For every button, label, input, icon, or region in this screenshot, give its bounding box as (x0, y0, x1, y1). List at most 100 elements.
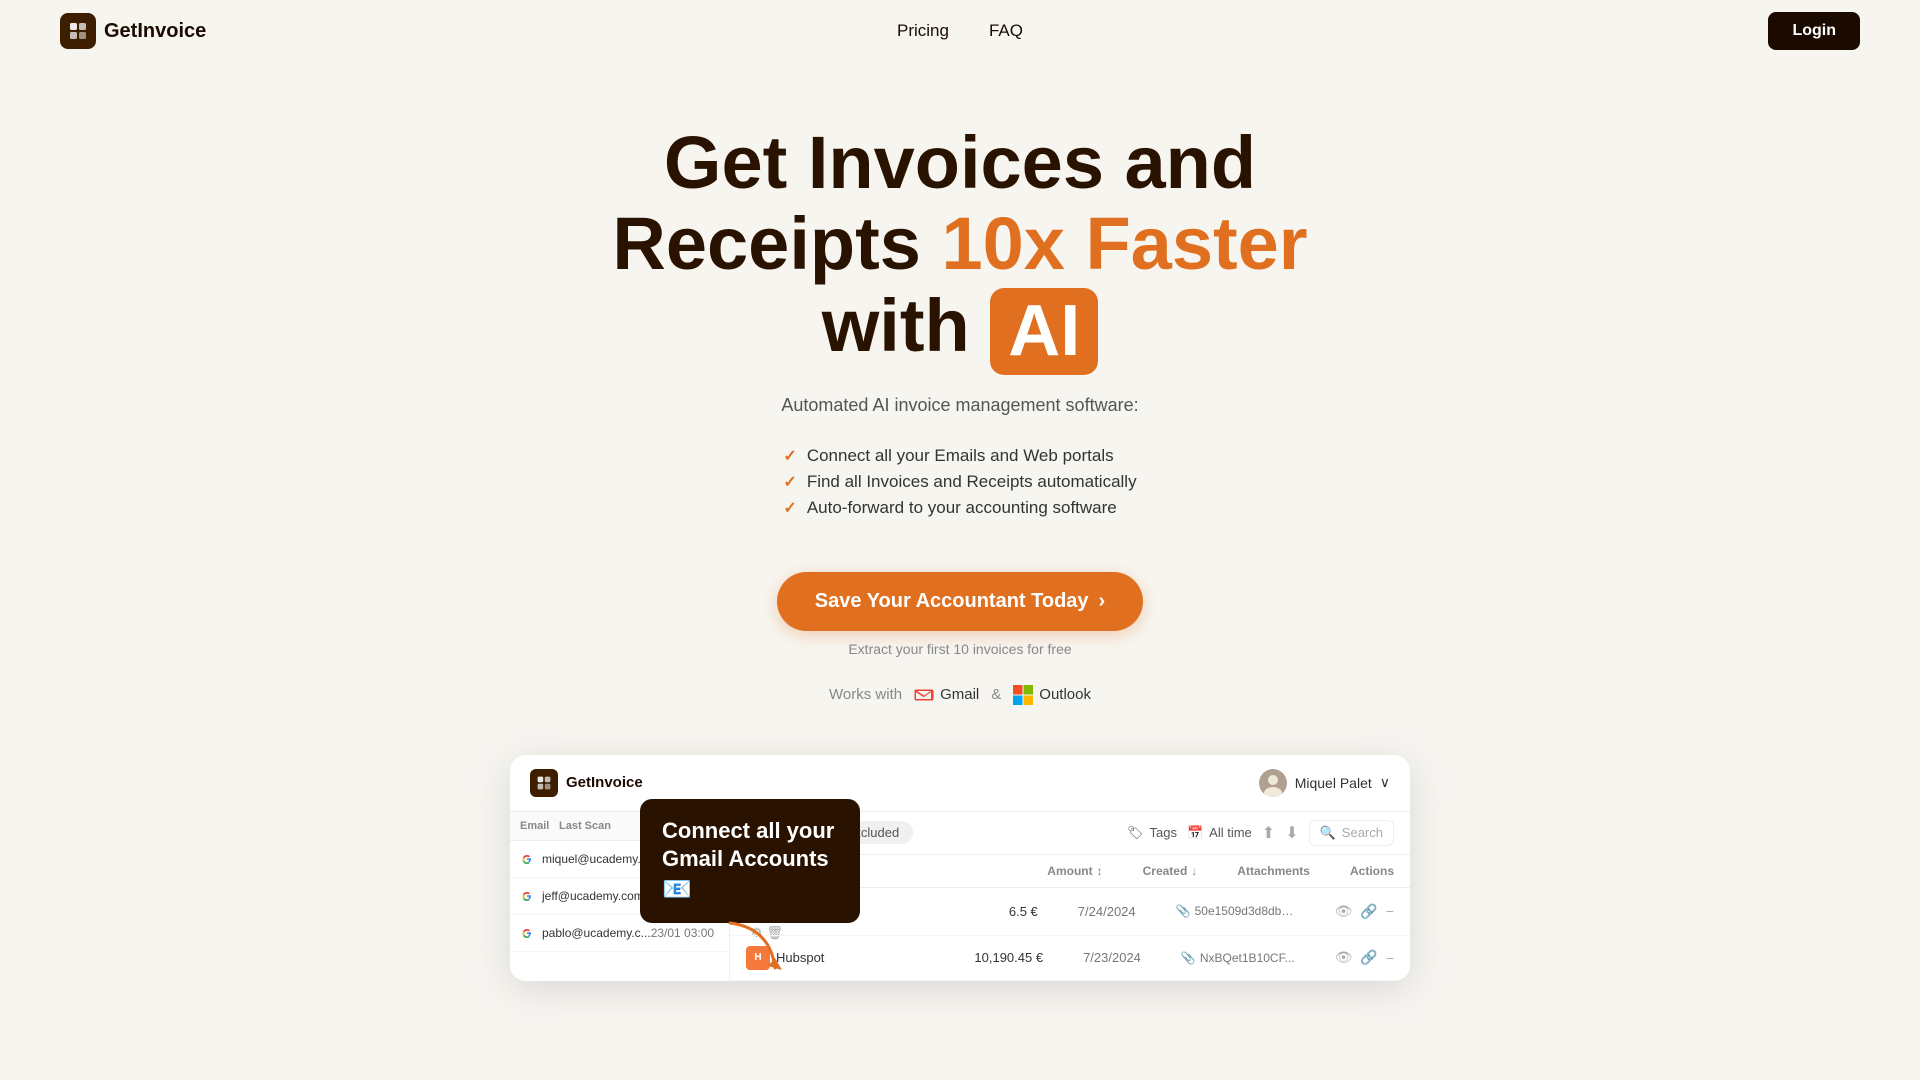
download-icon[interactable]: ⬇ (1285, 823, 1298, 843)
nav-links: Pricing FAQ (897, 21, 1023, 41)
created-header[interactable]: Created ↓ (1143, 864, 1198, 878)
gmail-badge: Gmail (914, 685, 979, 705)
hero-title: Get Invoices and Receipts 10x Faster wit… (530, 122, 1390, 375)
attachment-1: 📎 50e1509d3d8dbce... (1176, 904, 1295, 918)
feature-item-3: ✓ Auto-forward to your accounting softwa… (783, 498, 1136, 518)
tooltip-arrow-icon (710, 918, 790, 978)
dash-logo-icon (530, 769, 558, 797)
feature-text-2: Find all Invoices and Receipts automatic… (807, 472, 1137, 492)
link-icon-2[interactable]: 🔗 (1360, 949, 1377, 966)
remove-icon-2[interactable]: − (1386, 950, 1394, 966)
gmail-label: Gmail (940, 686, 979, 703)
cta-button[interactable]: Save Your Accountant Today › (777, 572, 1143, 631)
logo-text: GetInvoice (104, 20, 206, 43)
dashboard-preview-wrapper: Connect all your Gmail Accounts 📧 GetInv… (510, 755, 1410, 981)
search-icon: 🔍 (1320, 825, 1336, 841)
email-cell-2: jeff@ucademy.com (520, 889, 644, 903)
attachment-icon-1: 📎 (1176, 904, 1191, 918)
actions-header: Actions (1350, 864, 1394, 878)
user-avatar (1259, 769, 1287, 797)
outlook-badge: Outlook (1013, 685, 1091, 705)
attachment-icon-2: 📎 (1181, 951, 1196, 965)
gmail-icon (914, 685, 934, 705)
email-address-1: miquel@ucademy.... (542, 852, 651, 866)
cta-subtitle: Extract your first 10 invoices for free (530, 641, 1390, 657)
amount-2: 10,190.45 € (974, 950, 1043, 965)
calendar-icon: 📅 (1187, 825, 1203, 841)
invoice-data-2: 10,190.45 € 7/23/2024 📎 NxBQet1B10CF... … (974, 949, 1394, 966)
hero-section: Get Invoices and Receipts 10x Faster wit… (510, 62, 1410, 745)
tags-label: Tags (1150, 825, 1177, 840)
logo-icon (60, 13, 96, 49)
invoice-row-2: H Hubspot 10,190.45 € 7/23/2024 📎 NxBQet… (730, 936, 1410, 981)
created-1: 7/24/2024 (1078, 904, 1136, 919)
amount-header[interactable]: Amount ↕ (1047, 864, 1102, 878)
attachments-header: Attachments (1237, 864, 1310, 878)
cta-section: Save Your Accountant Today › Extract you… (530, 572, 1390, 657)
amount-1: 6.5 € (1009, 904, 1038, 919)
tag-icon: 🏷 (1127, 825, 1144, 841)
arrow-icon: › (1099, 590, 1106, 613)
cta-label: Save Your Accountant Today (815, 590, 1089, 613)
view-icon-1[interactable]: 👁 (1335, 903, 1353, 920)
attachment-name-2: NxBQet1B10CF... (1200, 951, 1295, 965)
navbar: GetInvoice Pricing FAQ Login (0, 0, 1920, 62)
hero-subtitle: Automated AI invoice management software… (530, 395, 1390, 416)
nav-faq[interactable]: FAQ (989, 21, 1023, 41)
upload-icon[interactable]: ⬆ (1262, 823, 1275, 843)
remove-icon-1[interactable]: − (1386, 903, 1394, 919)
login-button[interactable]: Login (1768, 12, 1860, 50)
user-chevron-icon: ∨ (1380, 774, 1390, 791)
feature-item-2: ✓ Find all Invoices and Receipts automat… (783, 472, 1136, 492)
created-2: 7/23/2024 (1083, 950, 1141, 965)
actions-cell-2: 👁 🔗 − (1335, 949, 1394, 966)
search-bar[interactable]: 🔍 Search (1309, 820, 1394, 846)
google-icon-2 (520, 889, 534, 903)
check-icon-1: ✓ (783, 446, 796, 466)
time-filter[interactable]: 📅 All time (1187, 825, 1252, 841)
hero-title-line2-prefix: Receipts (612, 202, 941, 285)
works-with-label: Works with (829, 686, 902, 703)
attachment-2: 📎 NxBQet1B10CF... (1181, 951, 1295, 965)
link-icon-1[interactable]: 🔗 (1360, 903, 1377, 920)
time-label: All time (1209, 825, 1252, 840)
email-emoji: 📧 (662, 876, 692, 903)
actions-cell-1: 👁 🔗 − (1335, 903, 1394, 920)
email-address-2: jeff@ucademy.com (542, 889, 644, 903)
hero-title-line3-prefix: with (822, 284, 991, 367)
email-cell-3: pablo@ucademy.c... (520, 926, 651, 940)
hero-title-line1: Get Invoices and (664, 121, 1256, 204)
feature-item-1: ✓ Connect all your Emails and Web portal… (783, 446, 1136, 466)
logo[interactable]: GetInvoice (60, 13, 206, 49)
view-icon-2[interactable]: 👁 (1335, 949, 1353, 966)
feature-text-1: Connect all your Emails and Web portals (807, 446, 1114, 466)
dash-user[interactable]: Miquel Palet ∨ (1259, 769, 1390, 797)
toolbar-right: 🏷 Tags 📅 All time ⬆ ⬇ 🔍 Search (1127, 820, 1394, 846)
invoice-col-headers: Amount ↕ Created ↓ Attachments Actions (1047, 864, 1394, 878)
gmail-tooltip: Connect all your Gmail Accounts 📧 (640, 799, 860, 923)
dash-logo-text: GetInvoice (566, 774, 643, 791)
check-icon-3: ✓ (783, 498, 796, 518)
tags-filter[interactable]: 🏷 Tags (1127, 825, 1177, 841)
amp-label: & (991, 686, 1001, 703)
col-email: Email (520, 820, 559, 832)
user-name: Miquel Palet (1295, 775, 1372, 791)
hero-title-accent: 10x Faster (941, 202, 1307, 285)
email-address-3: pablo@ucademy.c... (542, 926, 651, 940)
google-icon-1 (520, 852, 534, 866)
check-icon-2: ✓ (783, 472, 796, 492)
dash-logo: GetInvoice (530, 769, 643, 797)
hero-ai-badge: AI (990, 288, 1098, 375)
google-icon-3 (520, 926, 534, 940)
feature-text-3: Auto-forward to your accounting software (807, 498, 1117, 518)
works-with: Works with Gmail & Outlook (530, 685, 1390, 705)
features-list: ✓ Connect all your Emails and Web portal… (783, 440, 1136, 524)
email-cell-1: miquel@ucademy.... (520, 852, 651, 866)
nav-pricing[interactable]: Pricing (897, 21, 949, 41)
outlook-label: Outlook (1039, 686, 1091, 703)
search-placeholder: Search (1342, 825, 1383, 840)
outlook-icon (1013, 685, 1033, 705)
invoice-data-1: 6.5 € 7/24/2024 📎 50e1509d3d8dbce... 👁 🔗… (1009, 903, 1394, 920)
tooltip-text: Connect all your Gmail Accounts (662, 818, 834, 872)
attachment-name-1: 50e1509d3d8dbce... (1195, 904, 1295, 918)
